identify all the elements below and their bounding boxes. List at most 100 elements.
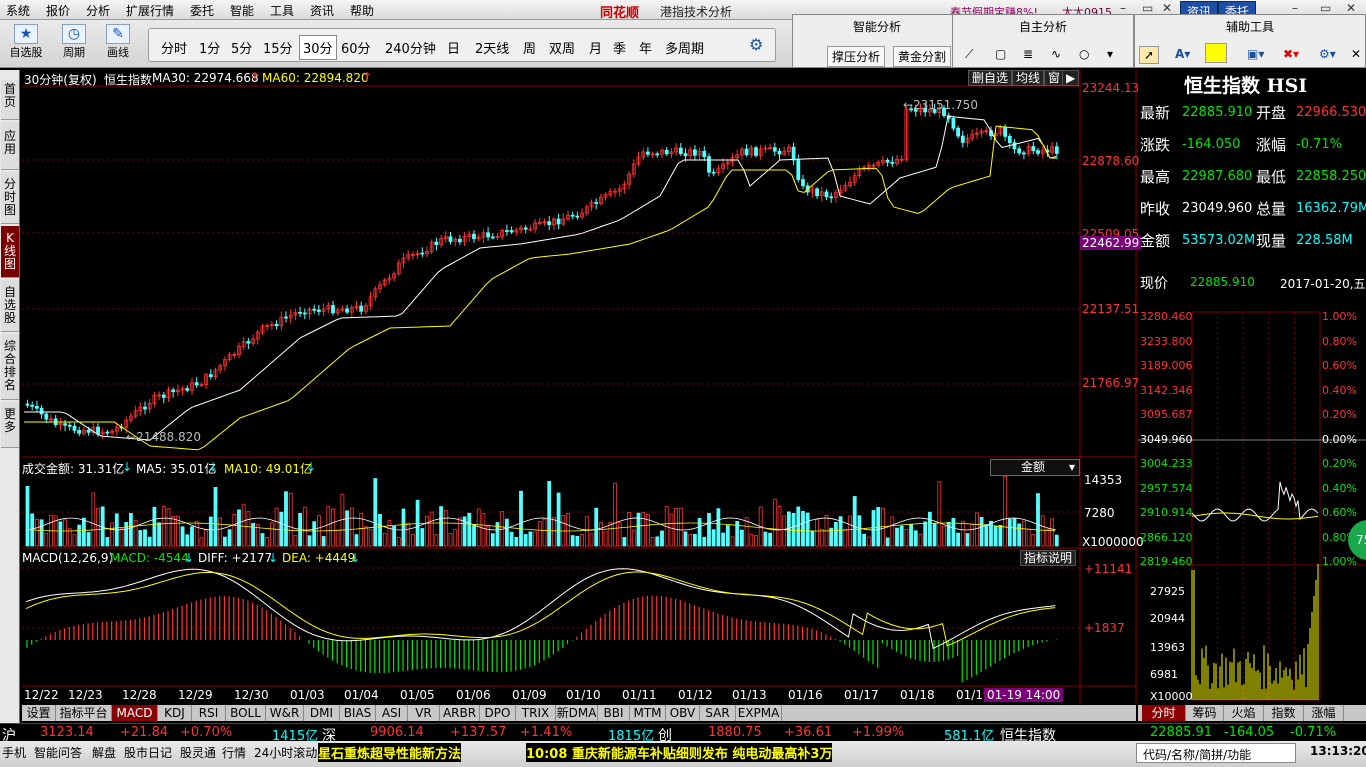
- date-tick: 01/11: [622, 688, 657, 702]
- sz-value: 9906.14: [370, 725, 424, 740]
- volume-bar: [1012, 518, 1017, 547]
- right-tab[interactable]: 筹码: [1186, 705, 1224, 721]
- right-tab[interactable]: 指数: [1264, 705, 1304, 721]
- candle-body: [44, 413, 49, 420]
- volume-bar: [725, 525, 730, 547]
- volume-bar: [1036, 493, 1040, 547]
- expand-icon[interactable]: ▶: [1062, 70, 1080, 86]
- volume-bar: [956, 532, 960, 547]
- volume-label: 成交金额: 31.31亿: [22, 462, 125, 476]
- candle-body: [472, 233, 476, 240]
- indicator-tab[interactable]: DPO: [480, 705, 516, 721]
- status-diary[interactable]: 股市日记: [124, 744, 172, 761]
- volume-bar: [387, 520, 392, 547]
- volume-type-dropdown[interactable]: 金额 ▾: [990, 459, 1080, 476]
- volume-bar: [890, 516, 895, 547]
- volume-bar: [547, 481, 552, 547]
- mini-pct-tick: 0.40%: [1322, 383, 1357, 397]
- volume-bar: [260, 533, 265, 547]
- volume-bar: [77, 524, 82, 547]
- volume-bar: [434, 534, 439, 547]
- indicator-tab[interactable]: BBI: [598, 705, 630, 721]
- news-headline-1[interactable]: 星石重炼超导性能新方法: [318, 743, 462, 762]
- volume-bar: [378, 513, 382, 547]
- macd-value: MACD: -4544: [110, 551, 189, 565]
- indicator-tab[interactable]: BOLL: [226, 705, 266, 721]
- indicator-tab[interactable]: OBV: [666, 705, 700, 721]
- indicator-tab[interactable]: MACD: [112, 705, 158, 721]
- quote-value: 228.58M: [1296, 233, 1353, 248]
- volume-bar: [975, 512, 979, 547]
- date-tick: 12/28: [122, 688, 157, 702]
- status-qa[interactable]: 智能问答: [34, 744, 82, 761]
- quote-label: 现量: [1256, 232, 1287, 250]
- indicator-tab[interactable]: SAR: [700, 705, 736, 721]
- candle-body: [702, 150, 707, 158]
- search-box[interactable]: 代码/名称/简拼/功能: [1136, 743, 1296, 763]
- candle-body: [1007, 135, 1012, 144]
- indicator-tab[interactable]: W&R: [266, 705, 304, 721]
- quote-row: 涨跌 -164.050 涨幅 -0.71%: [1138, 128, 1366, 159]
- mini-price-tick: 2957.574: [1140, 481, 1193, 495]
- right-tab[interactable]: 涨幅: [1304, 705, 1344, 721]
- status-quote[interactable]: 行情: [222, 744, 246, 761]
- indicator-tab[interactable]: ASI: [376, 705, 408, 721]
- volume-bar: [514, 536, 519, 547]
- volume-bar: [293, 535, 298, 547]
- volume-bar: [171, 516, 176, 547]
- volume-bar: [688, 534, 693, 547]
- volume-bar: [472, 525, 476, 547]
- right-tab[interactable]: 火焰: [1224, 705, 1264, 721]
- ma30-label: MA30: 22974.668: [152, 71, 259, 85]
- candle-body: [420, 252, 425, 255]
- volume-bar: [763, 531, 768, 547]
- volume-bar: [519, 490, 523, 547]
- volume-bar: [542, 518, 547, 547]
- status-mobile[interactable]: 手机: [2, 744, 26, 761]
- volume-bar: [660, 530, 664, 547]
- indicator-tab[interactable]: 指标平台: [56, 705, 112, 721]
- mini-pct-tick: 0.40%: [1322, 481, 1357, 495]
- volume-bar: [457, 517, 462, 547]
- volume-bar: [707, 513, 711, 547]
- volume-bar: [570, 535, 575, 547]
- indicator-tab[interactable]: RSI: [192, 705, 226, 721]
- candle-body: [274, 323, 279, 327]
- quote-value: 22858.250: [1296, 169, 1366, 184]
- quote-title: 恒生指数 HSI: [1184, 75, 1308, 97]
- volume-bar: [439, 506, 444, 547]
- mini-vol-tick: 13963: [1150, 641, 1185, 654]
- indicator-tab[interactable]: BIAS: [340, 705, 376, 721]
- indicator-tab[interactable]: KDJ: [158, 705, 192, 721]
- indicator-tab[interactable]: MTM: [630, 705, 666, 721]
- status-stocklink[interactable]: 股灵通: [180, 744, 216, 761]
- indicator-tab[interactable]: EXPMA: [736, 705, 782, 721]
- status-analysis[interactable]: 解盘: [92, 744, 116, 761]
- indicator-tab[interactable]: DMI: [304, 705, 340, 721]
- cy-value: 1880.75: [708, 725, 762, 740]
- volume-bar: [552, 516, 556, 547]
- indicator-tab[interactable]: TRIX: [516, 705, 556, 721]
- candle-body: [161, 394, 166, 398]
- ma-settings-button[interactable]: 均线: [1012, 70, 1045, 86]
- quote-row: 最新 22885.910 开盘 22966.530: [1138, 96, 1366, 127]
- quote-row: 昨收 23049.960 总量 16362.79M: [1138, 192, 1366, 223]
- price-cursor-tag: 22462.99: [1080, 236, 1142, 250]
- indicator-tab[interactable]: 新DMA: [556, 705, 598, 721]
- candle-body: [707, 156, 711, 173]
- volume-bar: [368, 529, 373, 547]
- window-button[interactable]: 窗: [1044, 70, 1065, 86]
- quote-value: 53573.02M: [1182, 233, 1256, 248]
- candle-body: [284, 316, 288, 319]
- indicator-help-button[interactable]: 指标说明: [1020, 550, 1077, 566]
- volume-bar: [1040, 515, 1045, 547]
- indicator-tab[interactable]: ARBR: [440, 705, 480, 721]
- indicator-tab[interactable]: VR: [408, 705, 440, 721]
- indicator-tab[interactable]: 设置: [22, 705, 56, 721]
- volume-bar: [190, 526, 194, 547]
- news-headline-2[interactable]: 10:08 重庆新能源车补贴细则发布 纯电动最高补3万: [526, 743, 833, 762]
- right-tab[interactable]: 分时: [1142, 705, 1186, 721]
- date-tick: 01/09: [512, 688, 547, 702]
- delete-watchlist-button[interactable]: 删自选: [968, 70, 1013, 86]
- status-24h[interactable]: 24小时滚动: [254, 744, 317, 761]
